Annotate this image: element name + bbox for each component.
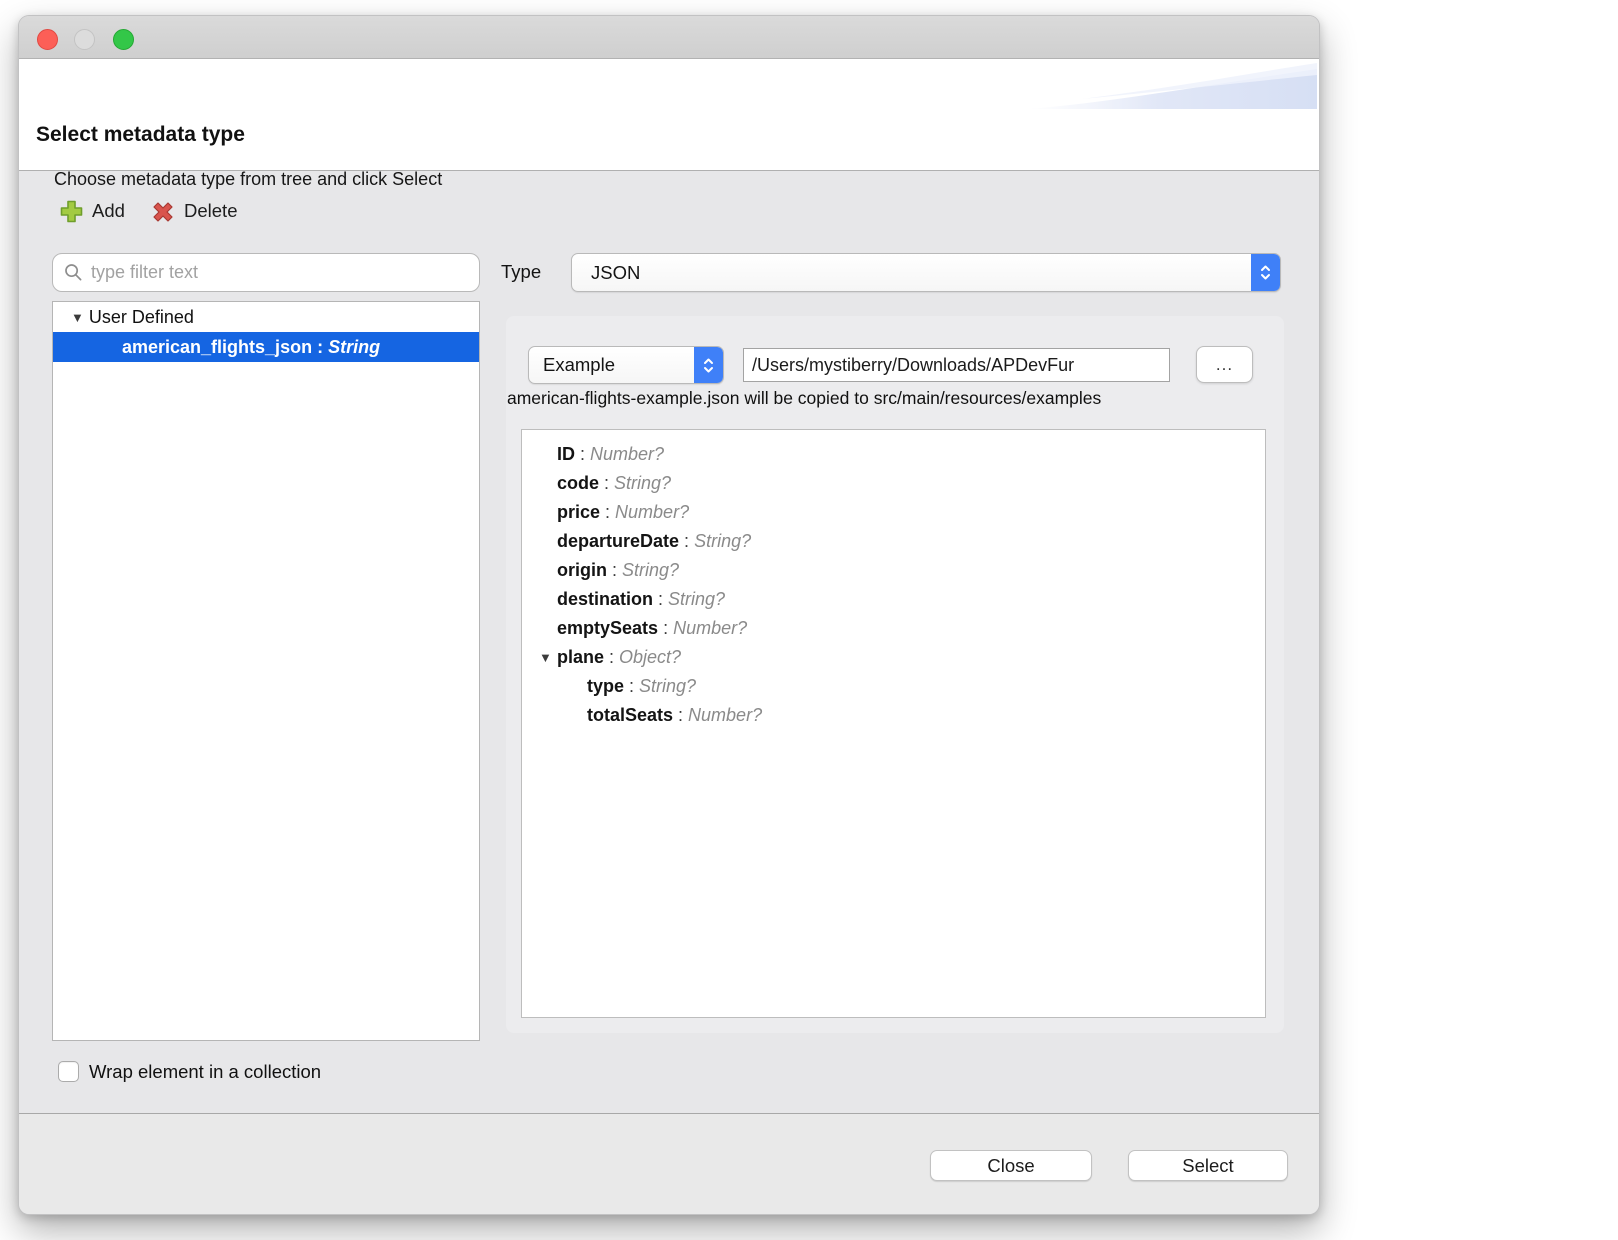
field-separator: :	[679, 531, 694, 552]
dropdown-stepper-icon	[694, 347, 723, 383]
field-type: Number?	[590, 444, 664, 465]
wrap-collection-label: Wrap element in a collection	[89, 1061, 321, 1083]
dialog-footer: Close Select	[19, 1113, 1319, 1215]
field-separator: :	[673, 705, 688, 726]
expander-triangle-icon[interactable]: ▼	[71, 310, 84, 325]
type-dropdown-value: JSON	[572, 262, 1251, 284]
header-swoosh-decoration	[1027, 63, 1317, 113]
example-path-input[interactable]	[744, 349, 1169, 381]
field-type: String?	[622, 560, 679, 581]
field-name: totalSeats	[587, 705, 673, 726]
field-name: price	[557, 502, 600, 523]
field-name: departureDate	[557, 531, 679, 552]
filter-input[interactable]	[91, 258, 479, 288]
json-structure-row[interactable]: ▼plane : Object?	[522, 643, 1265, 672]
field-name: destination	[557, 589, 653, 610]
filter-field[interactable]	[52, 253, 480, 292]
example-path-field[interactable]	[743, 348, 1170, 382]
field-name: type	[587, 676, 624, 697]
add-button-label: Add	[92, 200, 125, 222]
field-type: Number?	[615, 502, 689, 523]
delete-button-label: Delete	[184, 200, 237, 222]
dialog-header: Select metadata type Choose metadata typ…	[19, 59, 1319, 171]
json-structure-row[interactable]: type : String?	[522, 672, 1265, 701]
delete-x-icon	[149, 198, 177, 225]
close-button[interactable]: Close	[930, 1150, 1092, 1181]
search-icon	[64, 263, 83, 282]
tree-item-label: User Defined	[89, 307, 194, 328]
tree-item-selected[interactable]: american_flights_json : String	[53, 332, 479, 362]
source-dropdown-value: Example	[529, 354, 694, 376]
selected-item-type: String	[328, 337, 380, 358]
selected-item-separator: :	[312, 337, 328, 358]
browse-button[interactable]: ...	[1196, 346, 1253, 383]
selected-item-name: american_flights_json	[122, 337, 312, 358]
field-type: Number?	[673, 618, 747, 639]
field-name: code	[557, 473, 599, 494]
json-structure-row[interactable]: origin : String?	[522, 556, 1265, 585]
field-name: ID	[557, 444, 575, 465]
type-dropdown[interactable]: JSON	[571, 253, 1281, 292]
field-separator: :	[575, 444, 590, 465]
source-dropdown[interactable]: Example	[528, 346, 724, 384]
select-button[interactable]: Select	[1128, 1150, 1288, 1181]
delete-button[interactable]: Delete	[149, 197, 237, 225]
copy-destination-caption: american-flights-example.json will be co…	[507, 388, 1101, 409]
minimize-traffic-light[interactable]	[74, 29, 95, 50]
json-structure-row[interactable]: price : Number?	[522, 498, 1265, 527]
wrap-collection-checkbox[interactable]	[58, 1061, 79, 1082]
field-separator: :	[599, 473, 614, 494]
metadata-types-tree[interactable]: ▼ User Defined american_flights_json : S…	[52, 301, 480, 1041]
field-type: String?	[694, 531, 751, 552]
close-traffic-light[interactable]	[37, 29, 58, 50]
dialog-subtitle: Choose metadata type from tree and click…	[54, 169, 442, 190]
json-structure-preview[interactable]: ID : Number?code : String?price : Number…	[521, 429, 1266, 1018]
expander-triangle-icon[interactable]: ▼	[539, 650, 557, 665]
field-type: Number?	[688, 705, 762, 726]
type-label: Type	[501, 261, 541, 283]
zoom-traffic-light[interactable]	[113, 29, 134, 50]
dialog-title: Select metadata type	[36, 123, 245, 147]
field-separator: :	[624, 676, 639, 697]
field-type: String?	[614, 473, 671, 494]
field-name: origin	[557, 560, 607, 581]
json-structure-row[interactable]: ID : Number?	[522, 440, 1265, 469]
field-separator: :	[653, 589, 668, 610]
field-separator: :	[600, 502, 615, 523]
field-separator: :	[604, 647, 619, 668]
field-separator: :	[607, 560, 622, 581]
select-metadata-type-dialog: Select metadata type Choose metadata typ…	[18, 15, 1320, 1215]
json-structure-row[interactable]: code : String?	[522, 469, 1265, 498]
field-type: String?	[668, 589, 725, 610]
window-titlebar[interactable]	[19, 16, 1319, 59]
field-type: Object?	[619, 647, 681, 668]
field-name: plane	[557, 647, 604, 668]
json-structure-row[interactable]: departureDate : String?	[522, 527, 1265, 556]
json-structure-row[interactable]: totalSeats : Number?	[522, 701, 1265, 730]
tree-item-user-defined[interactable]: ▼ User Defined	[53, 302, 479, 332]
json-structure-row[interactable]: destination : String?	[522, 585, 1265, 614]
json-structure-list: ID : Number?code : String?price : Number…	[522, 440, 1265, 730]
field-separator: :	[658, 618, 673, 639]
json-structure-row[interactable]: emptySeats : Number?	[522, 614, 1265, 643]
dropdown-stepper-icon	[1251, 254, 1280, 291]
add-plus-icon	[58, 198, 85, 225]
field-name: emptySeats	[557, 618, 658, 639]
field-type: String?	[639, 676, 696, 697]
add-button[interactable]: Add	[58, 197, 125, 225]
